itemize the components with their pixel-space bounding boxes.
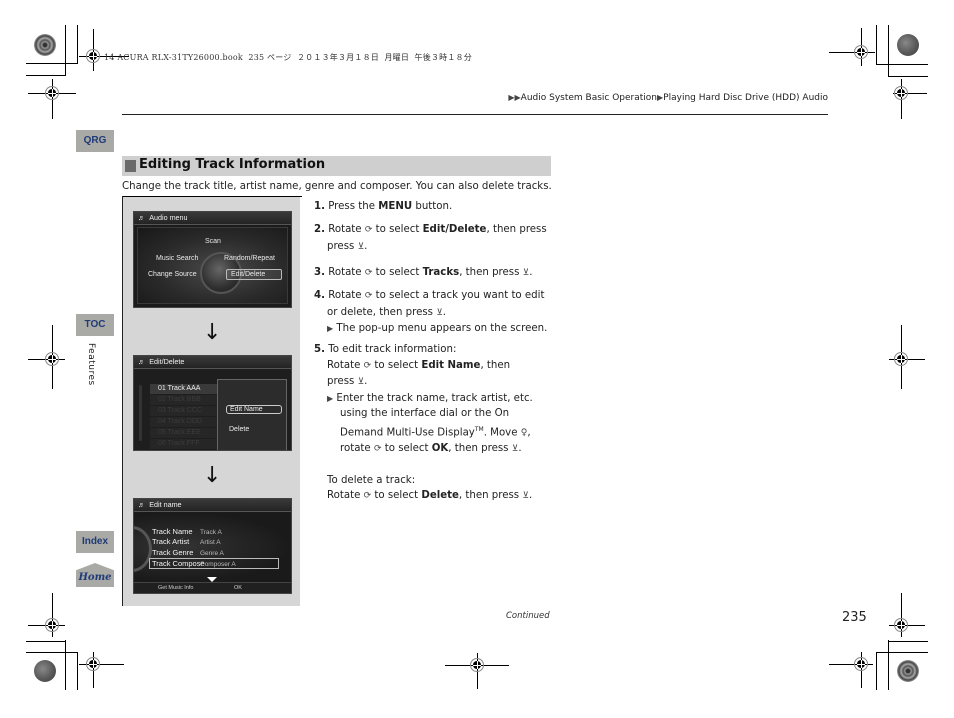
track-list: 01 Track AAA 02 Track BBB 03 Track CCC 0…: [150, 384, 220, 450]
registration-disc-icon: [34, 660, 56, 682]
get-music-info-button[interactable]: Get Music Info: [158, 585, 193, 591]
crop-line: [888, 76, 928, 77]
breadcrumb-link-hdd-audio[interactable]: Playing Hard Disc Drive (HDD) Audio: [663, 93, 828, 103]
registration-disc-icon: [897, 34, 919, 56]
field-track-name[interactable]: Track Name Track A: [152, 527, 222, 536]
breadcrumb-link-audio-basic[interactable]: Audio System Basic Operation: [521, 93, 657, 103]
menu-item-edit-delete[interactable]: Edit/Delete: [226, 269, 282, 280]
field-track-genre[interactable]: Track Genre Genre A: [152, 548, 224, 557]
section-intro: Change the track title, artist name, gen…: [122, 181, 552, 192]
down-arrow-icon: ↓: [203, 320, 222, 345]
track-item[interactable]: 02 Track BBB: [150, 395, 220, 405]
screen-edit-name: ♬ Edit name Track Name Track A Track Artis…: [133, 498, 292, 594]
scrollbar[interactable]: [139, 385, 142, 441]
track-item[interactable]: 04 Track DDD: [150, 417, 220, 427]
screen-title: Audio menu: [149, 213, 188, 222]
delete-track-heading: To delete a track:: [327, 474, 416, 486]
crop-line: [876, 25, 877, 65]
popup-menu: Edit Name Delete: [217, 379, 287, 450]
header-divider: [122, 114, 828, 115]
crop-line: [26, 652, 78, 653]
crop-line: [876, 652, 928, 653]
screen-body: Track Name Track A Track Artist Artist A T…: [134, 512, 291, 582]
section-title: Editing Track Information: [139, 157, 326, 172]
menu-item-random-repeat[interactable]: Random/Repeat: [224, 255, 275, 262]
crop-line: [876, 652, 877, 690]
menu-item-music-search[interactable]: Music Search: [156, 255, 198, 262]
track-item[interactable]: 06 Track FFF: [150, 439, 220, 449]
screen-body: Scan Music Search Random/Repeat Change S…: [137, 227, 288, 304]
step-3: 3. Rotate ⟳ to select Tracks, then press…: [314, 265, 559, 282]
chapter-label: Features: [86, 343, 96, 386]
continued-label: Continued: [506, 611, 550, 621]
move-joystick-icon: ♀: [520, 427, 528, 438]
crop-line: [888, 640, 889, 690]
crop-line: [888, 641, 928, 642]
crop-line: [65, 25, 66, 75]
print-header: 14 ACURA RLX-31TY26000.book 235 ページ ２０１３…: [104, 53, 472, 62]
crop-line: [65, 640, 66, 690]
press-dial-icon: ⊻: [436, 307, 443, 318]
page-number: 235: [842, 610, 867, 625]
qrg-tab[interactable]: QRG: [76, 130, 114, 152]
press-dial-icon: ⊻: [522, 491, 529, 502]
crop-line: [876, 64, 928, 65]
track-item[interactable]: 05 Track EEE: [150, 428, 220, 438]
rotate-dial-icon: ⟳: [363, 360, 372, 371]
registration-disc-icon: [897, 660, 919, 682]
note-arrow-icon: ▶: [327, 324, 334, 333]
section-heading: Editing Track Information: [122, 156, 551, 176]
press-dial-icon: ⊻: [357, 241, 365, 252]
screen-audio-menu: ♬ Audio menu Scan Music Search Random/Rep…: [133, 211, 292, 308]
screen-edit-delete: ♬ Edit/Delete 01 Track AAA 02 Track BBB 0…: [133, 355, 292, 451]
screen-title: Edit/Delete: [149, 357, 185, 366]
step-1: 1. Press the MENU button.: [314, 201, 453, 212]
popup-item-delete[interactable]: Delete: [226, 426, 252, 433]
popup-item-edit-name[interactable]: Edit Name: [226, 405, 282, 414]
registration-disc-icon: [34, 34, 56, 56]
double-arrow-icon: ▶▶: [508, 93, 521, 102]
section-marker-icon: [125, 160, 136, 172]
crop-line: [26, 63, 78, 64]
step-5-note-line: using the interface dial or the On: [340, 408, 510, 419]
press-dial-icon: ⊻: [522, 268, 530, 278]
menu-item-scan[interactable]: Scan: [205, 238, 221, 245]
crop-line: [888, 25, 889, 77]
down-arrow-icon: ↓: [203, 463, 222, 488]
music-note-icon: ♬: [138, 357, 146, 366]
note-arrow-icon: ▶: [327, 393, 334, 403]
step-5: 5. To edit track information: Rotate ⟳ t…: [314, 342, 559, 505]
crop-line: [77, 25, 78, 63]
menu-item-change-source[interactable]: Change Source: [148, 271, 197, 278]
press-dial-icon: ⊻: [511, 444, 519, 455]
screen-footer: Get Music Info OK: [134, 582, 291, 593]
crop-line: [26, 641, 66, 642]
screen-titlebar: ♬ Edit name: [134, 499, 291, 512]
step-4: 4. Rotate ⟳ to select a track you want t…: [314, 290, 548, 334]
music-note-icon: ♬: [138, 213, 146, 222]
rotate-dial-icon: ⟳: [363, 491, 372, 502]
crop-line: [77, 652, 78, 690]
home-tab[interactable]: Home: [76, 563, 114, 587]
ok-button[interactable]: OK: [234, 585, 242, 591]
track-item[interactable]: 03 Track CCC: [150, 406, 220, 416]
screen-titlebar: ♬ Edit/Delete: [134, 356, 291, 369]
index-tab[interactable]: Index: [76, 531, 114, 553]
breadcrumb: ▶▶Audio System Basic Operation▶Playing H…: [508, 93, 828, 103]
field-track-composer[interactable]: Track ComposeComposer A: [149, 558, 279, 569]
step-2: 2. Rotate ⟳ to select Edit/Delete, then …: [314, 222, 559, 255]
press-dial-icon: ⊻: [357, 377, 365, 387]
screen-body: 01 Track AAA 02 Track BBB 03 Track CCC 0…: [134, 369, 291, 450]
music-note-icon: ♬: [138, 500, 146, 509]
screen-titlebar: ♬ Audio menu: [134, 212, 291, 225]
screen-title: Edit name: [149, 500, 182, 509]
field-track-artist[interactable]: Track Artist Artist A: [152, 537, 221, 546]
crop-line: [26, 75, 66, 76]
toc-tab[interactable]: TOC: [76, 314, 114, 336]
track-item[interactable]: 01 Track AAA: [150, 384, 220, 394]
